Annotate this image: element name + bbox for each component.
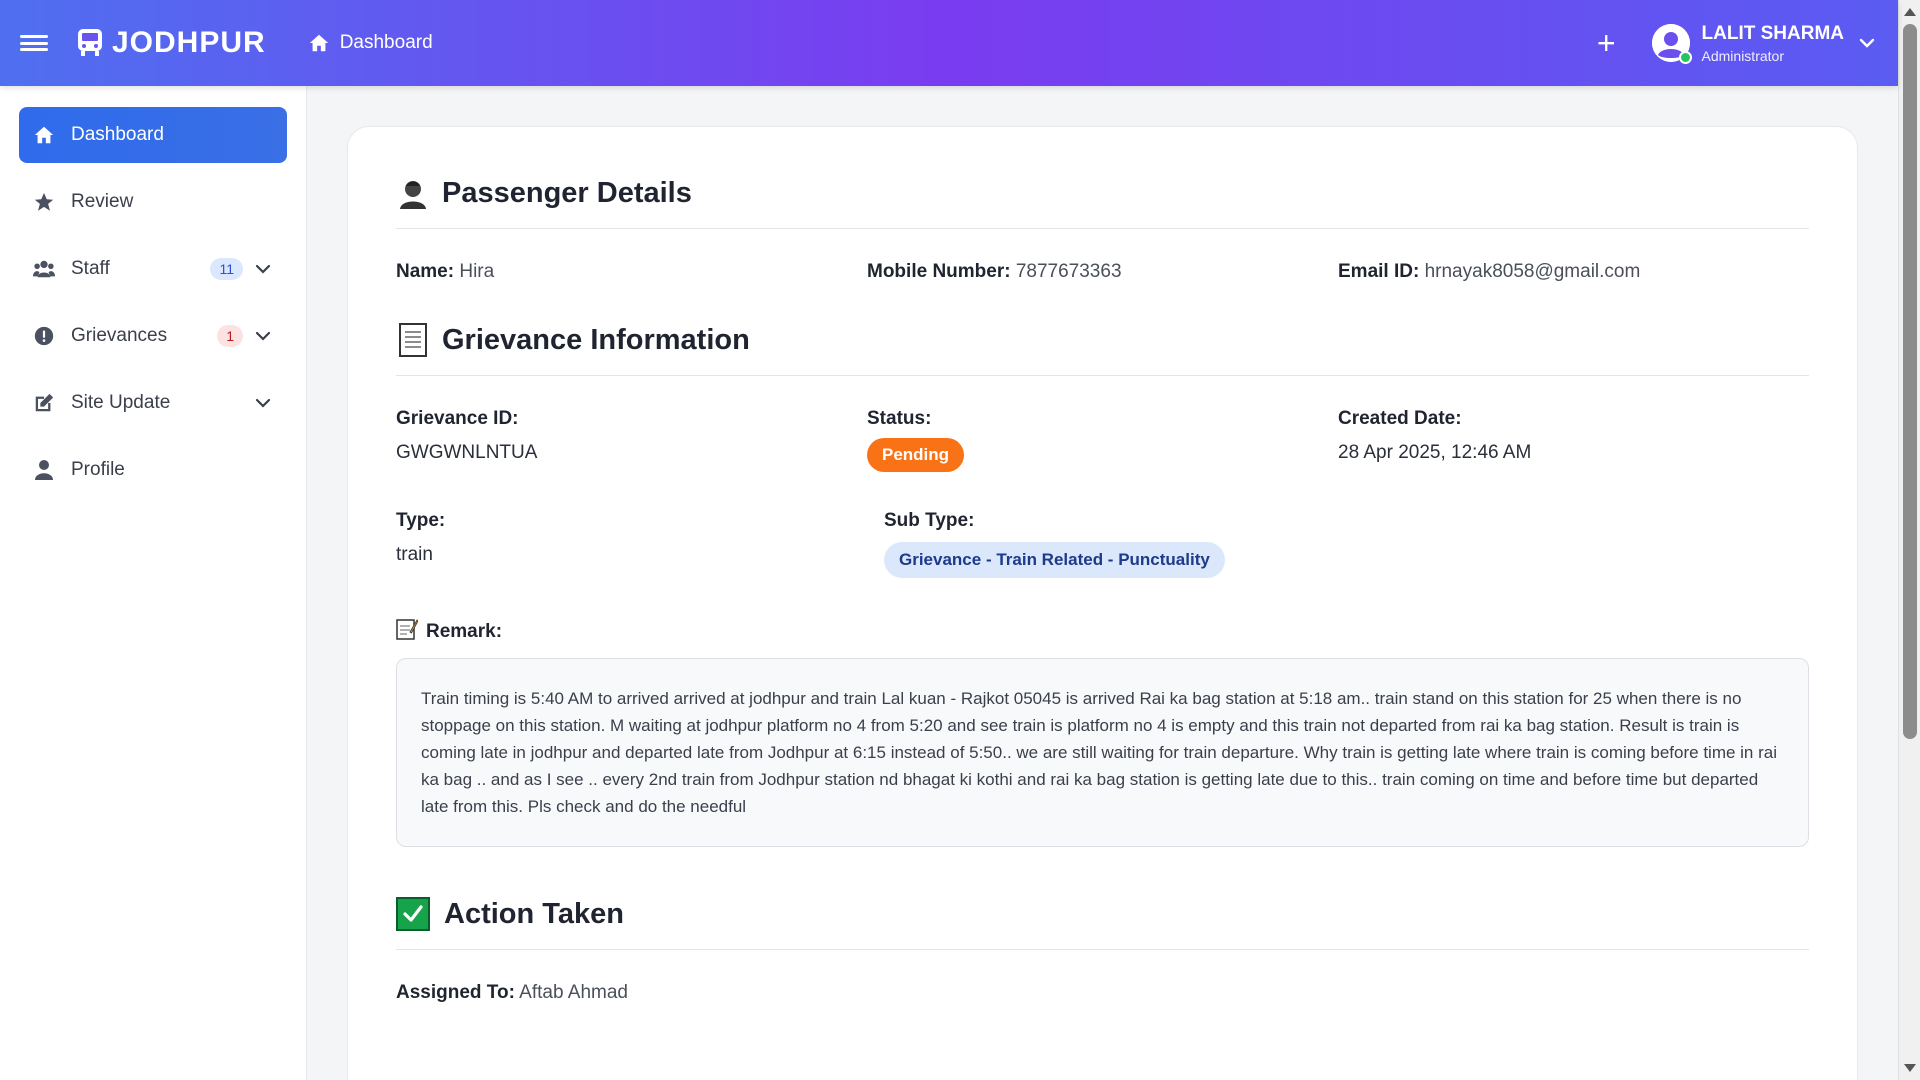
online-status-dot [1678,51,1692,64]
section-title-text: Passenger Details [442,177,692,209]
field-label: Name: [396,261,455,282]
user-role: Administrator [1701,47,1784,64]
field-label: Mobile Number: [867,261,1011,282]
brand-logo[interactable]: JODHPUR [76,26,266,60]
sidebar-item-staff[interactable]: Staff 11 [19,241,287,297]
breadcrumb-label: Dashboard [339,32,433,53]
type-value: train [396,544,433,565]
document-icon [396,323,430,357]
page-scrollbar[interactable] [1898,0,1920,1080]
sidebar-item-dashboard[interactable]: Dashboard [19,107,287,163]
remark-text: Train timing is 5:40 AM to arrived arriv… [396,658,1809,847]
scroll-up-arrow-icon[interactable] [1904,8,1916,16]
user-name: LALIT SHARMA [1701,22,1844,44]
memo-icon [396,618,419,646]
hamburger-menu-icon[interactable] [20,32,48,54]
scroll-down-arrow-icon[interactable] [1904,1064,1916,1072]
field-label: Assigned To: [396,982,515,1003]
sidebar-item-label: Grievances [71,325,168,346]
field-value: hrnayak8058@gmail.com [1424,261,1641,282]
sidebar-item-label: Profile [71,459,125,480]
passenger-mobile: Mobile Number: 7877673363 [867,261,1338,283]
check-icon [396,897,430,931]
sidebar-item-review[interactable]: Review [19,174,287,230]
grievance-id-value: GWGWNLNTUA [396,442,538,463]
user-icon [33,459,55,481]
status-label: Status: [867,408,932,429]
subtype-label: Sub Type: [884,510,975,531]
scroll-thumb[interactable] [1903,24,1917,739]
type-label: Type: [396,510,446,531]
top-navbar: JODHPUR Dashboard + LALIT SHARMA Adminis… [0,0,1898,86]
assigned-to: Assigned To: Aftab Ahmad [396,982,884,1004]
status-badge: Pending [867,438,965,472]
star-icon [33,191,55,213]
users-icon [33,258,55,280]
sidebar-item-profile[interactable]: Profile [19,442,287,498]
action-taken-heading: Action Taken [396,897,1809,950]
section-title-text: Action Taken [444,897,624,930]
sidebar: Dashboard Review Staff 11 Grievances 1 S… [0,86,307,1080]
sidebar-item-label: Review [71,191,134,212]
person-icon [396,178,430,210]
remark-heading: Remark: [396,618,1809,646]
sidebar-item-site-update[interactable]: Site Update [19,375,287,431]
created-date-value: 28 Apr 2025, 12:46 AM [1338,442,1532,463]
field-label: Email ID: [1338,261,1420,282]
grievance-info-heading: Grievance Information [396,323,1809,376]
chevron-down-icon[interactable] [253,326,273,346]
chevron-down-icon[interactable] [253,259,273,279]
home-icon [309,34,328,52]
chevron-down-icon [1859,38,1875,48]
chevron-down-icon[interactable] [253,393,273,413]
brand-name: JODHPUR [112,26,266,59]
add-icon[interactable]: + [1597,27,1616,59]
alert-icon [33,325,55,347]
passenger-details-heading: Passenger Details [396,177,1809,229]
grievance-id-label: Grievance ID: [396,408,519,429]
sidebar-item-label: Site Update [71,392,171,413]
section-title-text: Grievance Information [442,323,750,356]
sidebar-item-label: Staff [71,258,110,279]
grievance-count-badge: 1 [217,325,243,347]
field-value: 7877673363 [1015,261,1122,282]
subtype-badge: Grievance - Train Related - Punctuality [884,542,1225,578]
created-date-label: Created Date: [1338,408,1462,429]
field-value: Hira [459,261,495,282]
edit-icon [33,392,55,414]
passenger-email: Email ID: hrnayak8058@gmail.com [1338,261,1809,283]
passenger-name: Name: Hira [396,261,867,283]
staff-count-badge: 11 [210,258,243,280]
avatar [1651,24,1692,64]
sidebar-item-label: Dashboard [71,124,164,145]
field-value: Aftab Ahmad [519,982,628,1003]
home-icon [33,124,55,146]
sidebar-item-grievances[interactable]: Grievances 1 [19,308,287,364]
remark-label-text: Remark: [426,621,503,642]
breadcrumb[interactable]: Dashboard [308,32,433,54]
train-icon [78,29,102,56]
grievance-detail-card: Passenger Details Name: Hira Mobile Numb… [347,126,1858,1080]
user-menu[interactable]: LALIT SHARMA Administrator [1651,22,1876,64]
